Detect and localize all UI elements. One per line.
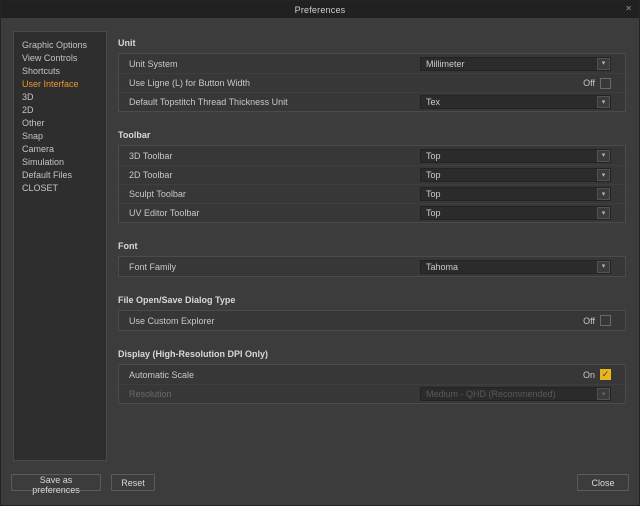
dropdown-sculpt-toolbar[interactable]: Top▾ [420, 187, 611, 201]
dropdown-value: Top [421, 151, 610, 161]
dropdown-value: Top [421, 208, 610, 218]
dropdown-2d-toolbar[interactable]: Top▾ [420, 168, 611, 182]
dropdown-arrow-button[interactable]: ▾ [597, 58, 610, 70]
setting-row-resolution: ResolutionMedium - QHD (Recommended)▾ [119, 384, 625, 403]
checkbox-use-custom-explorer[interactable] [600, 315, 611, 326]
sidebar-item-simulation[interactable]: Simulation [14, 156, 106, 169]
sidebar-item-user-interface[interactable]: User Interface [14, 78, 106, 91]
section-group-toolbar: 3D ToolbarTop▾2D ToolbarTop▾Sculpt Toolb… [118, 145, 626, 223]
check-icon: ✓ [602, 370, 610, 379]
dropdown-arrow-button[interactable]: ▾ [597, 150, 610, 162]
dropdown-default-topstitch-thread-thickness-unit[interactable]: Tex▾ [420, 95, 611, 109]
sidebar-item-2d[interactable]: 2D [14, 104, 106, 117]
close-icon[interactable]: ✕ [625, 4, 632, 13]
dropdown-arrow-button: ▾ [597, 388, 610, 400]
chevron-down-icon: ▾ [602, 191, 606, 198]
dropdown-unit-system[interactable]: Millimeter▾ [420, 57, 611, 71]
close-button[interactable]: Close [577, 474, 629, 491]
setting-row-unit-system: Unit SystemMillimeter▾ [119, 54, 625, 73]
chevron-down-icon: ▾ [602, 172, 606, 179]
sidebar-item-graphic-options[interactable]: Graphic Options [14, 39, 106, 52]
section-group-file-open-save-dialog-type: Use Custom ExplorerOff [118, 310, 626, 331]
setting-label: Automatic Scale [129, 370, 583, 380]
category-list: Graphic OptionsView ControlsShortcutsUse… [13, 31, 107, 461]
dropdown-arrow-button[interactable]: ▾ [597, 169, 610, 181]
setting-row-default-topstitch-thread-thickness-unit: Default Topstitch Thread Thickness UnitT… [119, 92, 625, 111]
sidebar-item-camera[interactable]: Camera [14, 143, 106, 156]
chevron-down-icon: ▾ [602, 99, 606, 106]
save-as-preferences-button[interactable]: Save as preferences [11, 474, 101, 491]
dropdown-value: Millimeter [421, 59, 610, 69]
section-header-unit: Unit [118, 37, 626, 49]
section-group-font: Font FamilyTahoma▾ [118, 256, 626, 277]
chevron-down-icon: ▾ [602, 60, 606, 67]
setting-label: Use Ligne (L) for Button Width [129, 78, 583, 88]
setting-label: 2D Toolbar [129, 170, 420, 180]
setting-label: Font Family [129, 262, 420, 272]
setting-row-use-custom-explorer: Use Custom ExplorerOff [119, 311, 625, 330]
titlebar: Preferences ✕ [1, 1, 639, 18]
dropdown-resolution: Medium - QHD (Recommended)▾ [420, 387, 611, 401]
chevron-down-icon: ▾ [602, 391, 606, 398]
window-title: Preferences [295, 5, 346, 15]
setting-label: Use Custom Explorer [129, 316, 583, 326]
chevron-down-icon: ▾ [602, 263, 606, 270]
checkbox-state-label: On [583, 370, 595, 380]
setting-row-font-family: Font FamilyTahoma▾ [119, 257, 625, 276]
preferences-window: Preferences ✕ Graphic OptionsView Contro… [0, 0, 640, 506]
dropdown-uv-editor-toolbar[interactable]: Top▾ [420, 206, 611, 220]
sidebar-item-view-controls[interactable]: View Controls [14, 52, 106, 65]
setting-row-use-ligne-l-for-button-width: Use Ligne (L) for Button WidthOff [119, 73, 625, 92]
dropdown-value: Medium - QHD (Recommended) [421, 389, 610, 399]
setting-row-2d-toolbar: 2D ToolbarTop▾ [119, 165, 625, 184]
setting-label: Default Topstitch Thread Thickness Unit [129, 97, 420, 107]
setting-label: Unit System [129, 59, 420, 69]
dropdown-3d-toolbar[interactable]: Top▾ [420, 149, 611, 163]
dropdown-arrow-button[interactable]: ▾ [597, 96, 610, 108]
section-group-display-high-resolution-dpi-only: Automatic ScaleOn ✓ ResolutionMedium - QHD… [118, 364, 626, 404]
setting-row-automatic-scale: Automatic ScaleOn ✓ [119, 365, 625, 384]
checkbox-automatic-scale[interactable]: ✓ [600, 369, 611, 380]
section-header-file-open-save-dialog-type: File Open/Save Dialog Type [118, 294, 626, 306]
sidebar-item-shortcuts[interactable]: Shortcuts [14, 65, 106, 78]
setting-label: Resolution [129, 389, 420, 399]
setting-row-3d-toolbar: 3D ToolbarTop▾ [119, 146, 625, 165]
dropdown-value: Tex [421, 97, 610, 107]
sidebar-item-3d[interactable]: 3D [14, 91, 106, 104]
setting-label: 3D Toolbar [129, 151, 420, 161]
sidebar-item-default-files[interactable]: Default Files [14, 169, 106, 182]
sidebar-item-snap[interactable]: Snap [14, 130, 106, 143]
section-header-font: Font [118, 240, 626, 252]
footer-bar: Save as preferences Reset Close [1, 465, 639, 505]
settings-panel: UnitUnit SystemMillimeter▾Use Ligne (L) … [118, 31, 626, 404]
section-header-display-high-resolution-dpi-only: Display (High-Resolution DPI Only) [118, 348, 626, 360]
section-group-unit: Unit SystemMillimeter▾Use Ligne (L) for … [118, 53, 626, 112]
sidebar-item-closet[interactable]: CLOSET [14, 182, 106, 195]
sidebar-item-other[interactable]: Other [14, 117, 106, 130]
reset-button[interactable]: Reset [111, 474, 155, 491]
section-header-toolbar: Toolbar [118, 129, 626, 141]
chevron-down-icon: ▾ [602, 152, 606, 159]
dropdown-arrow-button[interactable]: ▾ [597, 188, 610, 200]
checkbox-state-label: Off [583, 316, 595, 326]
dropdown-value: Tahoma [421, 262, 610, 272]
dropdown-value: Top [421, 170, 610, 180]
setting-row-sculpt-toolbar: Sculpt ToolbarTop▾ [119, 184, 625, 203]
dropdown-value: Top [421, 189, 610, 199]
chevron-down-icon: ▾ [602, 210, 606, 217]
setting-label: Sculpt Toolbar [129, 189, 420, 199]
checkbox-state-label: Off [583, 78, 595, 88]
dropdown-arrow-button[interactable]: ▾ [597, 261, 610, 273]
checkbox-use-ligne-l-for-button-width[interactable] [600, 78, 611, 89]
dropdown-font-family[interactable]: Tahoma▾ [420, 260, 611, 274]
setting-row-uv-editor-toolbar: UV Editor ToolbarTop▾ [119, 203, 625, 222]
setting-label: UV Editor Toolbar [129, 208, 420, 218]
dropdown-arrow-button[interactable]: ▾ [597, 207, 610, 219]
